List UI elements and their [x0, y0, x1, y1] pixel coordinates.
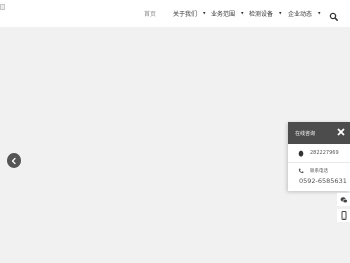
nav-item-home[interactable]: 首页	[144, 0, 156, 27]
mobile-button[interactable]	[337, 209, 350, 222]
divider	[288, 162, 350, 163]
chevron-down-icon: ▾	[203, 10, 206, 16]
qq-contact[interactable]: 282227969	[298, 148, 339, 158]
search-icon	[329, 12, 338, 21]
service-panel-title: 在线咨询	[295, 130, 316, 137]
chevron-down-icon: ▾	[318, 10, 321, 16]
nav-item-about[interactable]: 关于我们 ▾	[173, 0, 206, 27]
nav-item-business[interactable]: 业务范围 ▾	[211, 0, 244, 27]
nav-item-label: 业务范围	[211, 11, 236, 18]
mobile-icon	[341, 211, 346, 220]
online-service-panel: 在线咨询 282227969 联系电话 0592-6585631	[288, 122, 350, 191]
nav-item-news[interactable]: 企业动态 ▾	[288, 0, 321, 27]
phone-number[interactable]: 0592-6585631	[299, 177, 347, 185]
nav-item-label: 企业动态	[288, 11, 313, 18]
broken-image-icon[interactable]	[0, 4, 5, 10]
site-header: 首页 关于我们 ▾ 业务范围 ▾ 检测设备 ▾ 企业动态 ▾	[0, 0, 350, 27]
qq-penguin-icon	[298, 150, 304, 157]
nav-item-label: 检测设备	[249, 11, 274, 18]
service-panel-header: 在线咨询	[288, 122, 350, 144]
phone-label-row: 联系电话	[298, 167, 328, 175]
nav-item-equipment[interactable]: 检测设备 ▾	[249, 0, 282, 27]
chevron-down-icon: ▾	[279, 10, 282, 16]
close-x-icon	[337, 128, 345, 136]
search-button[interactable]	[328, 8, 340, 21]
nav-item-label: 首页	[144, 11, 157, 18]
carousel-prev-button[interactable]	[7, 153, 21, 168]
wechat-icon	[340, 196, 348, 203]
phone-icon	[298, 168, 304, 174]
phone-label: 联系电话	[310, 169, 328, 174]
qq-number: 282227969	[310, 150, 339, 156]
close-button[interactable]	[337, 128, 345, 136]
nav-item-label: 关于我们	[173, 11, 198, 18]
wechat-button[interactable]	[337, 193, 350, 206]
chevron-left-icon	[11, 157, 16, 164]
chevron-down-icon: ▾	[241, 10, 244, 16]
